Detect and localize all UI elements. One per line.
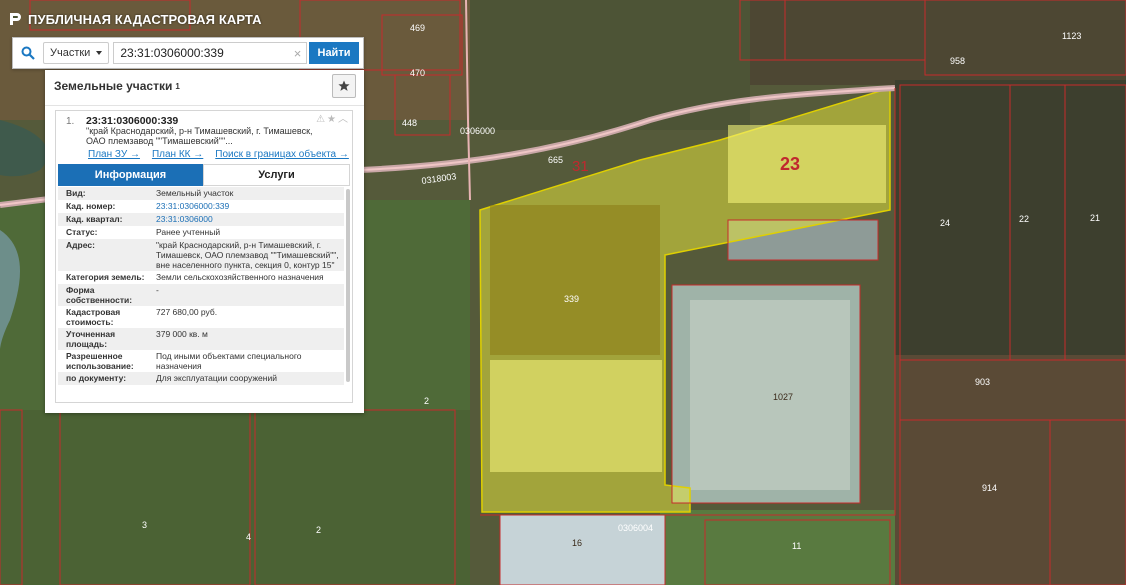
info-row-cad-quarter: Кад. квартал: 23:31:0306000: [58, 213, 344, 226]
district-label-31: 31: [572, 158, 589, 175]
field-ne: [750, 0, 1126, 85]
parcel-label-16: 16: [572, 538, 582, 548]
field-sw: [0, 410, 470, 585]
pond-1027-inner: [690, 300, 850, 490]
result-address-short: "край Краснодарский, р-н Тимашевский, г.…: [86, 126, 313, 146]
panel-header: Земельные участки 1: [45, 70, 364, 102]
field-s: [660, 510, 895, 585]
parcel-label-470: 470: [410, 68, 425, 78]
favorite-button[interactable]: [332, 74, 356, 98]
quarter-label-0306004: 0306004: [618, 523, 653, 533]
tab-services[interactable]: Услуги: [203, 164, 350, 186]
clear-search-button[interactable]: ×: [289, 42, 307, 64]
tab-info[interactable]: Информация: [58, 164, 203, 186]
parcel-label-903: 903: [975, 377, 990, 387]
search-type-select[interactable]: Участки: [43, 42, 110, 64]
parcel-label-11: 11: [792, 541, 801, 551]
result-card-header: 1. 23:31:0306000:339 "край Краснодарский…: [56, 111, 352, 147]
plan-kk-link[interactable]: План КК →: [152, 149, 203, 160]
pond-339-upper: [490, 205, 660, 355]
pond-339-ne: [728, 125, 886, 203]
info-row-area: Уточненная площадь: 379 000 кв. м: [58, 328, 344, 350]
parcel-label-1027: 1027: [773, 392, 793, 402]
parcel-label-2a: 2: [424, 396, 429, 406]
panel-divider: [45, 105, 364, 106]
parcel-label-21: 21: [1090, 213, 1100, 223]
parcel-label-2b: 2: [316, 525, 321, 535]
parcel-label-665: 665: [548, 155, 563, 165]
info-row-status: Статус: Ранее учтенный: [66, 227, 221, 237]
parcel-label-448: 448: [402, 118, 417, 128]
parcel-label-24: 24: [940, 218, 950, 228]
info-row-type: Вид: Земельный участок: [58, 187, 344, 200]
parcel-label-469: 469: [410, 23, 425, 33]
search-input[interactable]: [113, 42, 289, 64]
search-bar: Участки × Найти: [12, 37, 364, 69]
info-scrollbar[interactable]: [346, 189, 350, 382]
app-title-text: ПУБЛИЧНАЯ КАДАСТРОВАЯ КАРТА: [28, 11, 262, 27]
result-card-actions: ⚠ ★ ︿: [316, 115, 348, 125]
results-count: 1: [175, 81, 180, 91]
chevron-up-icon[interactable]: ︿: [338, 115, 348, 125]
quarter-label-0306000: 0306000: [460, 126, 495, 136]
chevron-down-icon: [96, 51, 103, 55]
app-title: ПУБЛИЧНАЯ КАДАСТРОВАЯ КАРТА: [8, 10, 262, 28]
info-row-ownership: Форма собственности: -: [58, 284, 344, 306]
plan-zu-link[interactable]: План ЗУ →: [88, 149, 140, 160]
search-icon[interactable]: [13, 38, 43, 68]
search-type-label: Участки: [50, 47, 91, 59]
field-e2: [895, 355, 1126, 585]
info-row-cad-value: Кадастровая стоимость: 727 680,00 руб.: [66, 307, 218, 327]
field-n: [470, 0, 750, 130]
result-tabs: Информация Услуги: [58, 164, 350, 186]
info-row-land-category: Категория земель: Земли сельскохозяйствен…: [66, 272, 324, 282]
results-panel: Земельные участки 1 1. 23:31:0306000:339…: [45, 70, 364, 413]
star-outline-icon[interactable]: ★: [327, 115, 336, 125]
district-label-23: 23: [780, 154, 800, 174]
result-card[interactable]: 1. 23:31:0306000:339 "край Краснодарский…: [55, 110, 353, 403]
result-number: 1.: [66, 116, 75, 127]
info-row-by-document: по документу: Для эксплуатации сооружений: [58, 372, 344, 385]
pond-339-lower: [490, 360, 662, 472]
info-row-cad-number: Кад. номер: 23:31:0306000:339: [66, 201, 230, 211]
parcel-label-22: 22: [1019, 214, 1029, 224]
parcel-label-339: 339: [564, 294, 579, 304]
find-button[interactable]: Найти: [309, 42, 359, 64]
info-row-permitted-use: Разрешенное использование: Под иными объе…: [66, 351, 302, 371]
result-links: План ЗУ → План КК → Поиск в границах объ…: [88, 149, 349, 160]
parcel-label-1123: 1123: [1062, 31, 1081, 41]
info-row-address: Адрес: "край Краснодарский, р-н Тимашевск…: [58, 239, 344, 271]
parcel-label-958: 958: [950, 56, 965, 66]
info-table: Вид: Земельный участок Кад. номер: 23:31:0…: [58, 187, 344, 385]
parcel-label-914: 914: [982, 483, 997, 493]
parcel-label-4: 4: [246, 532, 251, 542]
rosreestr-logo-icon: [10, 13, 21, 25]
parcel-label-3: 3: [142, 520, 147, 530]
search-in-bounds-link[interactable]: Поиск в границах объекта →: [215, 149, 349, 160]
star-icon: [338, 80, 350, 91]
panel-title: Земельные участки: [54, 79, 173, 93]
warning-icon[interactable]: ⚠: [316, 115, 325, 125]
